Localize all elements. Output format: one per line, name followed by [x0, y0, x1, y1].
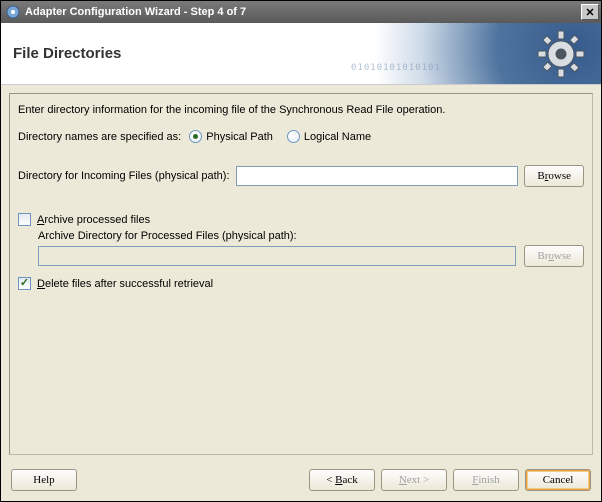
archive-sub-panel: Archive Directory for Processed Files (p… [38, 230, 584, 267]
wizard-footer: Help < Back Next > Finish Cancel [1, 463, 601, 501]
next-button: Next > [381, 469, 447, 491]
radio-physical-path-option[interactable]: Physical Path [189, 130, 273, 143]
incoming-dir-label: Directory for Incoming Files (physical p… [18, 170, 230, 182]
titlebar: Adapter Configuration Wizard - Step 4 of… [1, 1, 601, 23]
radio-logical-name-option[interactable]: Logical Name [287, 130, 371, 143]
finish-label: Finish [472, 474, 500, 486]
browse-archive-button: Browse [524, 245, 584, 267]
archive-label: Archive processed files [37, 214, 150, 226]
help-button[interactable]: Help [11, 469, 77, 491]
incoming-dir-row: Directory for Incoming Files (physical p… [18, 165, 584, 187]
delete-checkbox[interactable] [18, 277, 31, 290]
archive-dir-label: Archive Directory for Processed Files (p… [38, 230, 584, 242]
wizard-window: Adapter Configuration Wizard - Step 4 of… [0, 0, 602, 502]
header-decoration: 01010101010101 [321, 23, 601, 85]
finish-button: Finish [453, 469, 519, 491]
archive-dir-input [38, 246, 516, 266]
radio-physical-label: Physical Path [206, 131, 273, 143]
incoming-dir-input[interactable] [236, 166, 519, 186]
archive-browse-label: Browse [537, 250, 571, 262]
cancel-button[interactable]: Cancel [525, 469, 591, 491]
content-panel: Enter directory information for the inco… [9, 93, 593, 455]
close-button[interactable]: ✕ [581, 4, 599, 20]
radio-physical-path[interactable] [189, 130, 202, 143]
archive-checkbox[interactable] [18, 213, 31, 226]
delete-label: Delete files after successful retrieval [37, 278, 213, 290]
radio-logical-name[interactable] [287, 130, 300, 143]
browse-button-label: Browse [537, 170, 571, 182]
app-icon [5, 4, 21, 20]
browse-incoming-button[interactable]: Browse [524, 165, 584, 187]
dirnames-row: Directory names are specified as: Physic… [18, 130, 584, 143]
instruction-text: Enter directory information for the inco… [18, 104, 584, 116]
archive-check-row: Archive processed files [18, 213, 584, 226]
wizard-header: 01010101010101 [1, 23, 601, 85]
page-title: File Directories [13, 45, 121, 62]
dirnames-radio-group: Physical Path Logical Name [189, 130, 371, 143]
window-title: Adapter Configuration Wizard - Step 4 of… [25, 6, 581, 18]
radio-logical-label: Logical Name [304, 131, 371, 143]
back-label: < Back [326, 474, 358, 486]
back-button[interactable]: < Back [309, 469, 375, 491]
next-label: Next > [399, 474, 429, 486]
delete-check-row: Delete files after successful retrieval [18, 277, 584, 290]
gear-icon [536, 29, 586, 82]
dirnames-label: Directory names are specified as: [18, 131, 181, 143]
